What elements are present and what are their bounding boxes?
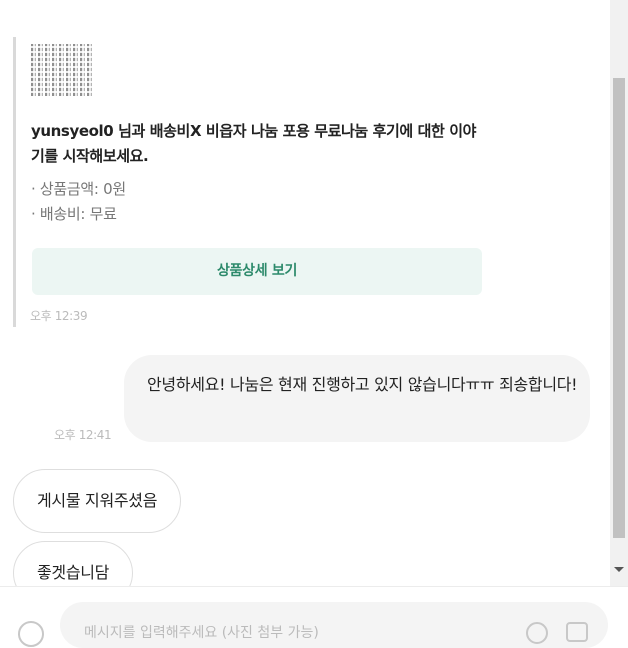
card-shipping: · 배송비: 무료 <box>31 205 117 223</box>
product-card: yunsyeol0 님과 배송비X 비읍자 나눔 포용 무료나눔 후기에 대한 … <box>13 37 486 327</box>
scrollbar[interactable] <box>610 0 628 586</box>
attach-icon[interactable] <box>18 621 44 647</box>
emoji-icon[interactable] <box>526 622 548 644</box>
product-detail-button[interactable]: 상품상세 보기 <box>32 248 482 295</box>
camera-icon[interactable] <box>566 622 588 642</box>
card-title: yunsyeol0 님과 배송비X 비읍자 나눔 포용 무료나눔 후기에 대한 … <box>31 122 477 165</box>
message-composer: 메시지를 입력해주세요 (사진 첨부 가능) <box>0 586 628 648</box>
sent-message-bubble: 안녕하세요! 나눔은 현재 진행하고 있지 않습니다ㅠㅠ 죄송합니다! <box>124 355 590 442</box>
message-time: 오후 12:39 <box>30 309 88 323</box>
product-thumbnail[interactable] <box>31 44 93 96</box>
received-message-bubble: 게시물 지워주셨음 <box>13 469 182 533</box>
scroll-down-arrow-icon[interactable] <box>614 567 624 572</box>
sent-message-text: 안녕하세요! 나눔은 현재 진행하고 있지 않습니다ㅠㅠ 죄송합니다! <box>147 375 578 394</box>
scrollbar-thumb[interactable] <box>613 78 625 538</box>
chat-scroll-area[interactable]: yunsyeol0 님과 배송비X 비읍자 나눔 포용 무료나눔 후기에 대한 … <box>0 0 610 586</box>
card-price: · 상품금액: 0원 <box>31 180 126 198</box>
received-message-bubble: 좋겟습니담 <box>13 541 134 586</box>
message-input[interactable]: 메시지를 입력해주세요 (사진 첨부 가능) <box>60 602 608 648</box>
message-input-placeholder: 메시지를 입력해주세요 (사진 첨부 가능) <box>84 625 319 641</box>
message-time: 오후 12:41 <box>54 428 112 442</box>
